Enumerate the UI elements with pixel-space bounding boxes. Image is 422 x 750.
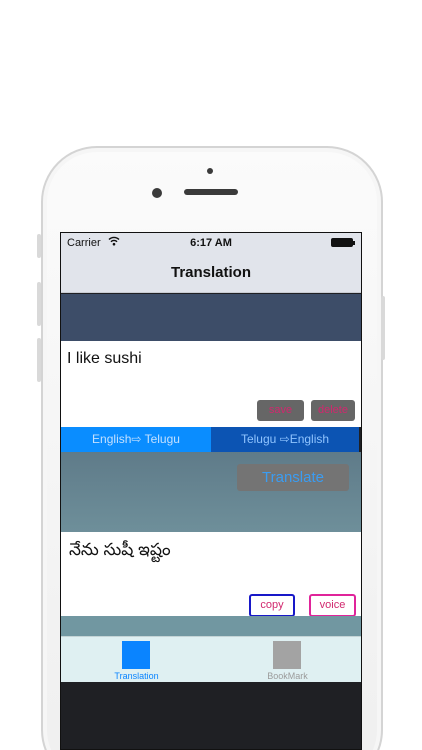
english-to-telugu-button[interactable]: English⇨ Telugu — [61, 427, 211, 452]
tab-bookmark[interactable]: BookMark — [212, 637, 361, 683]
delete-button[interactable]: delete — [311, 400, 355, 421]
telugu-to-english-button[interactable]: Telugu ⇨English — [211, 427, 359, 452]
battery-icon — [331, 238, 355, 247]
earpiece-speaker — [184, 189, 238, 195]
volume-up-button — [37, 282, 41, 326]
footer-strip — [61, 616, 361, 636]
tab-label: Translation — [114, 671, 159, 681]
translate-panel: Translate — [61, 452, 361, 532]
volume-down-button — [37, 338, 41, 382]
status-bar: Carrier 6:17 AM — [61, 233, 361, 253]
voice-button[interactable]: voice — [309, 594, 356, 617]
front-camera — [152, 188, 162, 198]
save-button[interactable]: save — [257, 400, 304, 421]
header-banner — [61, 294, 361, 341]
proximity-sensor — [207, 168, 213, 174]
navigation-bar: Translation — [61, 253, 361, 293]
language-selector: English⇨ Telugu Telugu ⇨English — [61, 427, 361, 452]
tab-bar: Translation BookMark — [61, 636, 361, 682]
status-time: 6:17 AM — [190, 237, 232, 249]
phone-screen: Carrier 6:17 AM Translation I like sushi… — [60, 232, 362, 750]
bookmark-tab-icon — [273, 641, 301, 669]
power-button — [381, 296, 385, 360]
page-title: Translation — [170, 264, 252, 281]
source-text: I like sushi — [67, 350, 142, 367]
mute-switch — [37, 234, 41, 258]
translated-text: నేను సుషీ ఇష్టం — [69, 540, 171, 559]
copy-button[interactable]: copy — [249, 594, 295, 617]
translate-button[interactable]: Translate — [237, 464, 349, 491]
translation-tab-icon — [122, 641, 150, 669]
tab-label: BookMark — [267, 671, 308, 681]
tab-translation[interactable]: Translation — [61, 637, 212, 683]
